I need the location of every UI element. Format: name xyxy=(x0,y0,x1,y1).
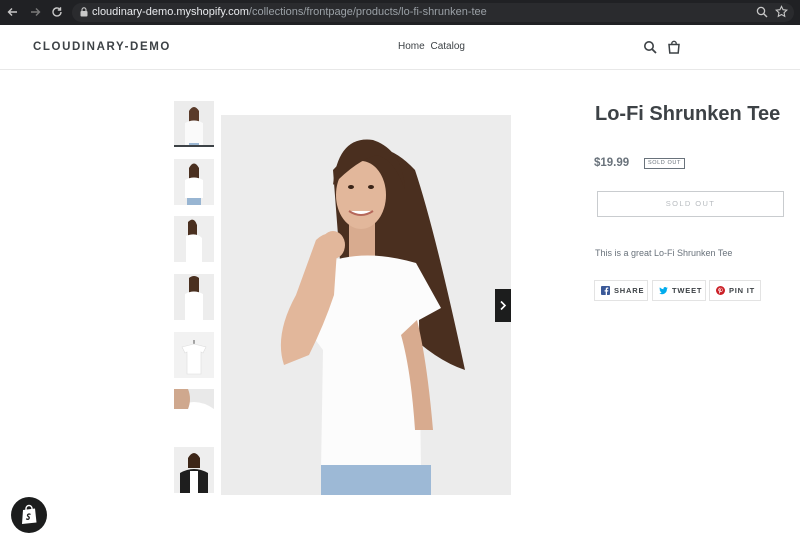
shopify-bag-icon xyxy=(22,504,37,524)
forward-arrow-icon[interactable] xyxy=(28,5,42,19)
product-price: $19.99 xyxy=(594,157,630,169)
share-pinterest-button[interactable]: PIN IT xyxy=(709,280,761,301)
browser-toolbar: cloudinary-demo.myshopify.com/collection… xyxy=(0,0,800,25)
lock-icon xyxy=(80,7,88,17)
pinterest-icon xyxy=(716,286,725,295)
nav-link-catalog[interactable]: Catalog xyxy=(430,41,464,52)
main-nav: Home Catalog xyxy=(398,41,468,52)
product-thumbnail[interactable] xyxy=(174,159,214,205)
zoom-icon[interactable] xyxy=(756,6,768,18)
product-thumbnail[interactable] xyxy=(174,332,214,378)
share-facebook-button[interactable]: SHARE xyxy=(594,280,648,301)
shopify-badge-button[interactable] xyxy=(11,497,47,533)
sold-out-button[interactable]: SOLD OUT xyxy=(597,191,784,217)
share-label: SHARE xyxy=(614,286,645,295)
site-header: CLOUDINARY-DEMO Home Catalog xyxy=(0,25,800,70)
product-thumbnail[interactable] xyxy=(174,216,214,262)
product-thumbnail[interactable] xyxy=(174,274,214,320)
url-text: cloudinary-demo.myshopify.com/collection… xyxy=(92,6,487,18)
cart-icon[interactable] xyxy=(667,40,681,54)
search-icon[interactable] xyxy=(643,40,657,54)
product-thumbnail[interactable] xyxy=(174,101,214,147)
tweet-label: TWEET xyxy=(672,286,703,295)
next-image-button[interactable] xyxy=(495,289,511,322)
sold-out-badge: SOLD OUT xyxy=(644,158,685,169)
address-bar[interactable]: cloudinary-demo.myshopify.com/collection… xyxy=(72,3,794,22)
share-twitter-button[interactable]: TWEET xyxy=(652,280,706,301)
chevron-right-icon xyxy=(500,300,507,311)
product-description: This is a great Lo-Fi Shrunken Tee xyxy=(595,248,733,258)
product-main-image[interactable] xyxy=(221,115,511,495)
facebook-icon xyxy=(601,286,610,295)
product-thumbnail[interactable] xyxy=(174,447,214,493)
product-thumbnail[interactable] xyxy=(174,389,214,435)
store-logo[interactable]: CLOUDINARY-DEMO xyxy=(33,41,171,53)
reload-icon[interactable] xyxy=(50,5,64,19)
pin-it-label: PIN IT xyxy=(729,286,756,295)
back-arrow-icon[interactable] xyxy=(6,5,20,19)
twitter-icon xyxy=(659,286,668,295)
nav-link-home[interactable]: Home xyxy=(398,41,425,52)
product-title: Lo-Fi Shrunken Tee xyxy=(595,103,781,125)
star-icon[interactable] xyxy=(775,5,788,18)
